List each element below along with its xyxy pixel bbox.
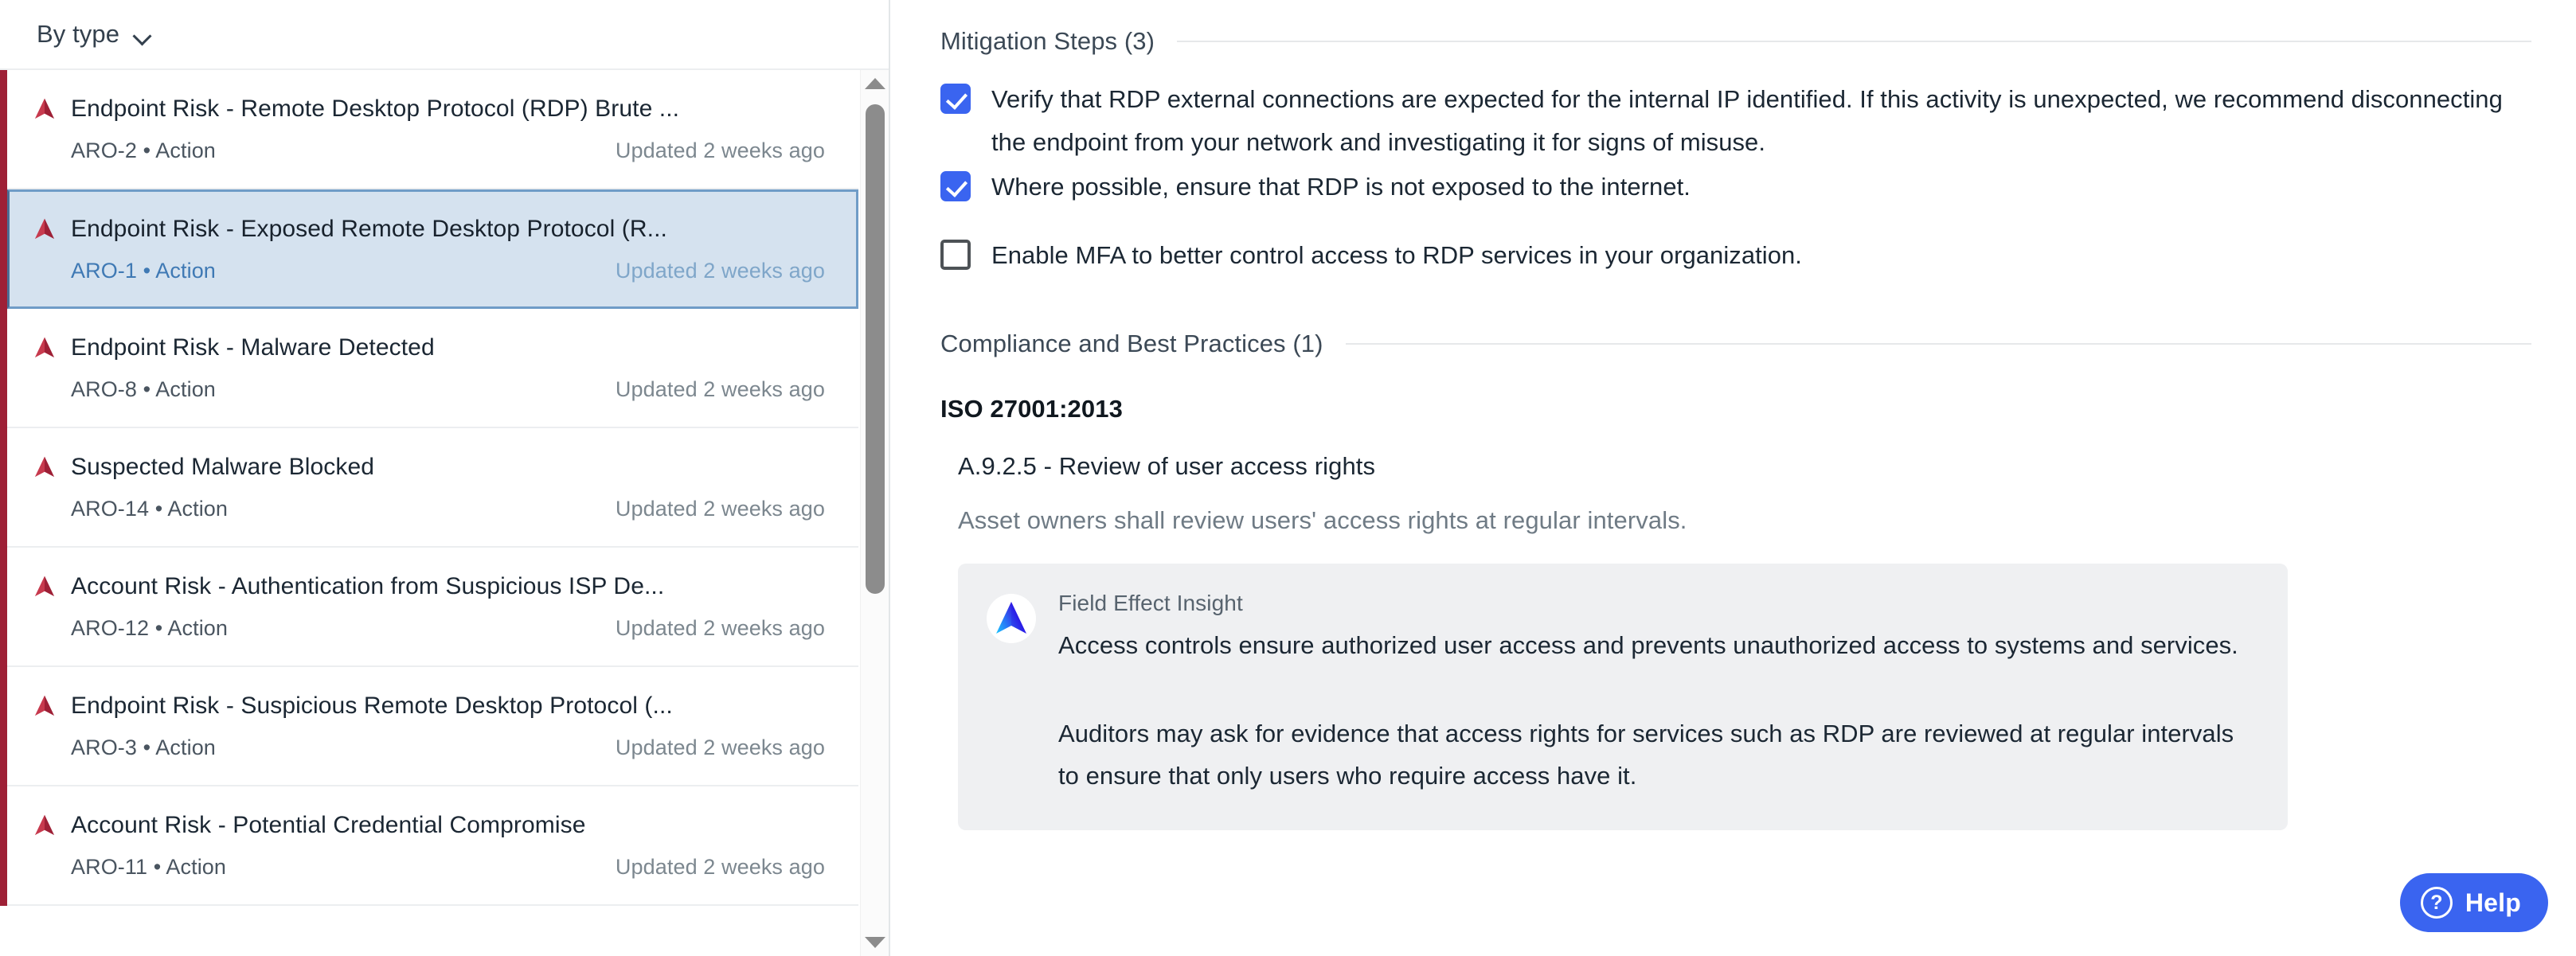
field-effect-insight-callout: Field Effect Insight Access controls ens… [958, 564, 2288, 830]
mitigation-steps-list: Verify that RDP external connections are… [940, 78, 2531, 277]
risk-list-item[interactable]: Endpoint Risk - Suspicious Remote Deskto… [7, 667, 858, 786]
field-effect-arrow-icon [33, 575, 56, 599]
sort-by-label: By type [37, 20, 119, 49]
field-effect-arrow-icon [33, 455, 56, 479]
chevron-down-icon [134, 29, 151, 40]
risk-list-sidebar: By type Endpoint Risk - Remote Desktop P… [0, 0, 890, 956]
risk-title-line: Endpoint Risk - Exposed Remote Desktop P… [33, 216, 828, 243]
risk-list-item[interactable]: Endpoint Risk - Malware Detected ARO-8 • … [7, 309, 858, 428]
mitigation-step-text: Enable MFA to better control access to R… [991, 234, 1802, 277]
risk-id: ARO-11 • Action [71, 855, 226, 880]
scrollbar-thumb[interactable] [866, 104, 885, 594]
risk-updated: Updated 2 weeks ago [616, 736, 825, 760]
checkbox-checked-icon[interactable] [940, 171, 971, 201]
section-spacer [940, 279, 2531, 330]
risk-meta: ARO-8 • Action Updated 2 weeks ago [33, 377, 828, 402]
risk-title: Endpoint Risk - Malware Detected [71, 334, 435, 361]
compliance-header: Compliance and Best Practices (1) [940, 330, 2531, 358]
risk-meta: ARO-14 • Action Updated 2 weeks ago [33, 497, 828, 521]
field-effect-arrow-icon [33, 336, 56, 360]
mitigation-step[interactable]: Where possible, ensure that RDP is not e… [940, 166, 2531, 209]
risk-list-item[interactable]: Suspected Malware Blocked ARO-14 • Action… [7, 428, 858, 548]
help-button[interactable]: ? Help [2400, 873, 2548, 932]
risk-title-line: Suspected Malware Blocked [33, 454, 828, 481]
risk-updated: Updated 2 weeks ago [616, 139, 825, 163]
risk-list-item[interactable]: Endpoint Risk - Remote Desktop Protocol … [7, 70, 858, 189]
mitigation-step[interactable]: Enable MFA to better control access to R… [940, 234, 2531, 277]
field-effect-arrow-icon [33, 694, 56, 718]
risk-list-item[interactable]: Account Risk - Potential Credential Comp… [7, 786, 858, 906]
risk-title: Endpoint Risk - Suspicious Remote Deskto… [71, 693, 673, 720]
risk-title: Account Risk - Authentication from Suspi… [71, 573, 664, 600]
compliance-standard-name: ISO 27001:2013 [940, 395, 2531, 423]
risk-id: ARO-8 • Action [71, 377, 216, 402]
risk-title-line: Endpoint Risk - Suspicious Remote Deskto… [33, 693, 828, 720]
risk-meta: ARO-1 • Action Updated 2 weeks ago [33, 259, 828, 283]
risk-title-line: Account Risk - Potential Credential Comp… [33, 812, 828, 839]
field-effect-arrow-icon [33, 97, 56, 121]
compliance-control-description: Asset owners shall review users' access … [940, 506, 2531, 535]
risk-list: Endpoint Risk - Remote Desktop Protocol … [0, 70, 858, 906]
risk-title: Suspected Malware Blocked [71, 454, 374, 481]
mitigation-steps-header: Mitigation Steps (3) [940, 27, 2531, 56]
risk-updated: Updated 2 weeks ago [616, 616, 825, 641]
checkbox-unchecked-icon[interactable] [940, 240, 971, 270]
sidebar-header: By type [0, 0, 889, 70]
help-button-label: Help [2465, 888, 2521, 918]
risk-meta: ARO-12 • Action Updated 2 weeks ago [33, 616, 828, 641]
risk-list-item[interactable]: Account Risk - Authentication from Suspi… [7, 548, 858, 667]
scroll-up-arrow-icon[interactable] [861, 70, 889, 97]
risk-meta: ARO-11 • Action Updated 2 weeks ago [33, 855, 828, 880]
risk-title-line: Account Risk - Authentication from Suspi… [33, 573, 828, 600]
insight-label: Field Effect Insight [1058, 591, 2256, 616]
risk-title: Endpoint Risk - Remote Desktop Protocol … [71, 96, 679, 123]
mitigation-step-text: Where possible, ensure that RDP is not e… [991, 166, 1691, 209]
checkbox-checked-icon[interactable] [940, 84, 971, 114]
risk-detail-panel: Mitigation Steps (3) Verify that RDP ext… [890, 0, 2576, 956]
insight-paragraph-1: Access controls ensure authorized user a… [1058, 624, 2256, 666]
risk-title: Account Risk - Potential Credential Comp… [71, 812, 586, 839]
compliance-control-title: A.9.2.5 - Review of user access rights [940, 452, 2531, 481]
risk-id: ARO-3 • Action [71, 736, 216, 760]
question-circle-icon: ? [2421, 887, 2453, 919]
field-effect-logo-icon [987, 594, 1036, 643]
risk-title: Endpoint Risk - Exposed Remote Desktop P… [71, 216, 667, 243]
risk-updated: Updated 2 weeks ago [616, 855, 825, 880]
risk-updated: Updated 2 weeks ago [616, 377, 825, 402]
scroll-down-arrow-icon[interactable] [861, 929, 889, 956]
risk-meta: ARO-2 • Action Updated 2 weeks ago [33, 139, 828, 163]
insight-body: Field Effect Insight Access controls ens… [1058, 591, 2256, 797]
field-effect-arrow-icon [33, 217, 56, 241]
sidebar-scrollbar[interactable] [860, 70, 889, 956]
risk-updated: Updated 2 weeks ago [616, 497, 825, 521]
mitigation-step-text: Verify that RDP external connections are… [991, 78, 2531, 164]
risk-id: ARO-14 • Action [71, 497, 228, 521]
risk-title-line: Endpoint Risk - Malware Detected [33, 334, 828, 361]
risk-id: ARO-12 • Action [71, 616, 228, 641]
risk-meta: ARO-3 • Action Updated 2 weeks ago [33, 736, 828, 760]
section-divider [1177, 41, 2531, 42]
mitigation-steps-title: Mitigation Steps (3) [940, 27, 1155, 56]
compliance-title: Compliance and Best Practices (1) [940, 330, 1323, 358]
risk-id: ARO-2 • Action [71, 139, 216, 163]
risk-id: ARO-1 • Action [71, 259, 216, 283]
risk-detail-screen: By type Endpoint Risk - Remote Desktop P… [0, 0, 2576, 956]
risk-updated: Updated 2 weeks ago [616, 259, 825, 283]
field-effect-arrow-icon [33, 814, 56, 837]
risk-title-line: Endpoint Risk - Remote Desktop Protocol … [33, 96, 828, 123]
sort-by-type-dropdown[interactable]: By type [33, 15, 154, 53]
insight-paragraph-2: Auditors may ask for evidence that acces… [1058, 712, 2256, 797]
section-divider [1346, 343, 2531, 345]
risk-list-item[interactable]: Endpoint Risk - Exposed Remote Desktop P… [7, 189, 858, 309]
mitigation-step[interactable]: Verify that RDP external connections are… [940, 78, 2531, 164]
risk-list-scroll-area: Endpoint Risk - Remote Desktop Protocol … [0, 70, 889, 956]
